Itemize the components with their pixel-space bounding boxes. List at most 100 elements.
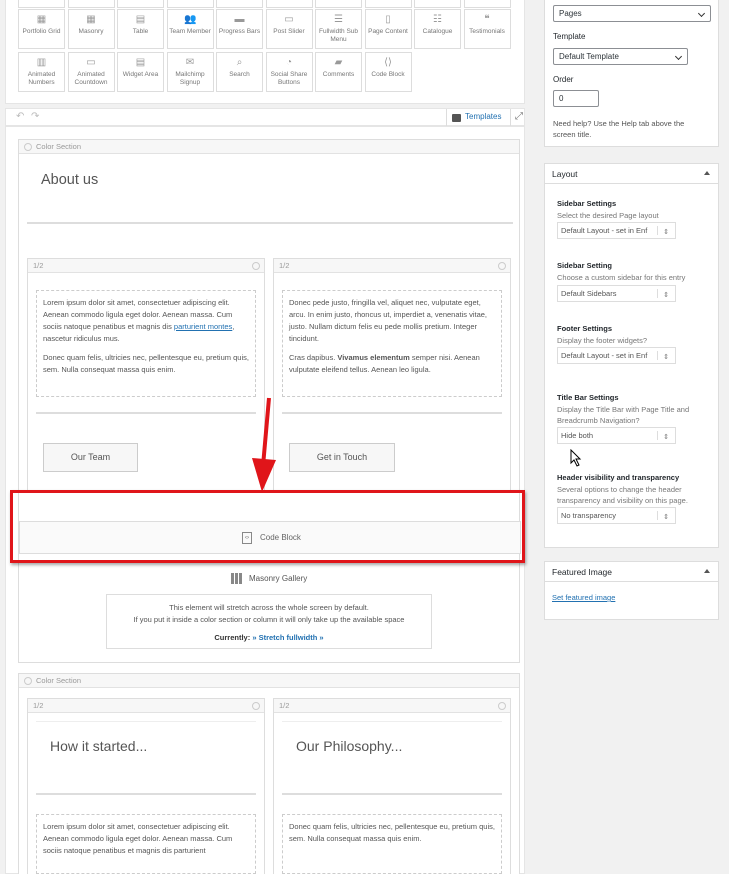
undo-icon[interactable]: ↶ [16, 111, 24, 122]
expand-icon: ⤢ [515, 111, 523, 122]
get-in-touch-button[interactable]: Get in Touch [289, 443, 395, 472]
palette-tile-post-slider[interactable]: ▭ Post Slider [265, 9, 313, 49]
column-size: 1/2 [279, 261, 290, 270]
order-input[interactable]: 0 [553, 90, 599, 107]
title-bar-settings-label: Title Bar Settings [557, 393, 619, 402]
column-toggle-icon[interactable] [252, 702, 260, 710]
section-header[interactable]: Color Section [19, 140, 519, 154]
palette-tile[interactable] [265, 0, 313, 8]
collapse-icon[interactable] [704, 569, 710, 573]
element-palette: ▦ Portfolio Grid ▦ Masonry ▤ Table 👥 Team Membe… [5, 0, 525, 104]
column-header[interactable]: 1/2 [274, 699, 510, 713]
header-visibility-desc: Several options to change the header tra… [557, 485, 688, 505]
mailchimp-icon: ✉ [185, 57, 195, 68]
social-share-icon: ◔ [285, 57, 293, 68]
progress-bars-icon: ▬ [234, 14, 245, 25]
animated-countdown-icon: ▭ [86, 57, 96, 68]
testimonials-icon: ❝ [484, 14, 490, 25]
heading-block[interactable]: Our Philosophy... [282, 721, 502, 771]
section-toggle-icon[interactable] [24, 143, 32, 151]
text-block[interactable]: Donec pede justo, fringilla vel, aliquet… [282, 290, 502, 397]
palette-tile[interactable] [315, 0, 362, 8]
redo-icon[interactable]: ↷ [31, 111, 39, 122]
stretch-fullwidth-link[interactable]: » Stretch fullwidth » [252, 633, 323, 642]
our-team-button[interactable]: Our Team [43, 443, 138, 472]
palette-tile-code-block[interactable]: ⟨⟩ Code Block [364, 52, 412, 92]
set-featured-image-link[interactable]: Set featured image [552, 593, 615, 602]
column-left[interactable]: 1/2 Lorem ipsum dolor sit amet, consecte… [27, 258, 265, 493]
collapse-icon[interactable] [704, 171, 710, 175]
palette-tile-team-member[interactable]: 👥 Team Member [166, 9, 214, 49]
header-visibility-select[interactable]: No transparency ⇕ [557, 507, 676, 524]
sidebar-setting-desc: Choose a custom sidebar for this entry [557, 273, 686, 282]
parent-select[interactable]: Pages [553, 5, 711, 22]
palette-tile-label: Widget Area [122, 71, 159, 78]
column-right[interactable]: 1/2 Donec pede justo, fringilla vel, ali… [273, 258, 511, 493]
palette-tile-masonry[interactable]: ▦ Masonry [67, 9, 115, 49]
palette-tile-label: Team Member [169, 28, 211, 35]
select-value: Default Sidebars [561, 289, 617, 298]
column-toggle-icon[interactable] [498, 702, 506, 710]
featured-image-box: Featured Image Set featured image [544, 561, 719, 620]
text-block[interactable]: Donec quam felis, ultricies nec, pellent… [282, 814, 502, 874]
palette-tile-catalogue[interactable]: ☷ Catalogue [414, 9, 461, 49]
palette-tile-social-share[interactable]: ◔ Social Share Buttons [265, 52, 313, 92]
featured-image-title: Featured Image [552, 567, 613, 577]
palette-tile-fullwidth-sub-menu[interactable]: ☰ Fullwidth Sub Menu [315, 9, 362, 49]
column-header[interactable]: 1/2 [274, 259, 510, 273]
select-value: No transparency [561, 511, 617, 520]
templates-button[interactable]: Templates [446, 109, 508, 127]
palette-tile[interactable] [216, 0, 263, 8]
palette-tile[interactable] [463, 0, 511, 8]
palette-tile-comments[interactable]: ▰ Comments [315, 52, 362, 92]
column-header[interactable]: 1/2 [28, 699, 264, 713]
sidebar-setting-select[interactable]: Default Sidebars ⇕ [557, 285, 676, 302]
text-link[interactable]: parturient montes [174, 322, 232, 331]
palette-tile-testimonials[interactable]: ❝ Testimonials [463, 9, 511, 49]
palette-tile-search[interactable]: ⌕ Search [216, 52, 263, 92]
palette-tile-widget-area[interactable]: ▤ Widget Area [117, 52, 164, 92]
column-divider [282, 412, 502, 414]
heading-block[interactable]: How it started... [36, 721, 256, 771]
palette-tile[interactable] [166, 0, 214, 8]
palette-tile-portfolio-grid[interactable]: ▦ Portfolio Grid [18, 9, 65, 49]
palette-tile[interactable] [18, 0, 65, 8]
team-member-icon: 👥 [184, 14, 197, 25]
layout-box-header[interactable]: Layout [545, 164, 718, 184]
palette-tile[interactable] [117, 0, 164, 8]
template-select[interactable]: Default Template [553, 48, 688, 65]
title-bar-select[interactable]: Hide both ⇕ [557, 427, 676, 444]
footer-settings-label: Footer Settings [557, 324, 613, 333]
palette-tile-table[interactable]: ▤ Table [117, 9, 164, 49]
palette-tile-animated-countdown[interactable]: ▭ Animated Countdown [67, 52, 115, 92]
palette-tile-mailchimp[interactable]: ✉ Mailchimp Signup [166, 52, 214, 92]
featured-image-header[interactable]: Featured Image [545, 562, 718, 582]
palette-tile-animated-numbers[interactable]: ▥ Animated Numbers [18, 52, 65, 92]
palette-tile[interactable] [414, 0, 461, 8]
paragraph-text: Donec quam felis, ultricies nec, pellent… [289, 822, 495, 843]
updown-icon: ⇕ [663, 434, 669, 441]
section-header[interactable]: Color Section [19, 674, 519, 688]
sidebar-settings-select[interactable]: Default Layout - set in Enf ⇕ [557, 222, 676, 239]
text-block[interactable]: Lorem ipsum dolor sit amet, consectetuer… [36, 290, 256, 397]
column-header[interactable]: 1/2 [28, 259, 264, 273]
palette-tile[interactable] [364, 0, 412, 8]
section-toggle-icon[interactable] [24, 677, 32, 685]
palette-tile-page-content[interactable]: ▯ Page Content [364, 9, 412, 49]
column-toggle-icon[interactable] [498, 262, 506, 270]
column-toggle-icon[interactable] [252, 262, 260, 270]
column-divider [36, 412, 256, 414]
fullscreen-button[interactable]: ⤢ [510, 109, 526, 127]
footer-settings-select[interactable]: Default Layout - set in Enf ⇕ [557, 347, 676, 364]
color-section[interactable]: Color Section 1/2 How it started... Lore… [18, 673, 520, 874]
section-title: Color Section [36, 142, 82, 151]
text-block[interactable]: Lorem ipsum dolor sit amet, consectetuer… [36, 814, 256, 874]
column-left[interactable]: 1/2 How it started... Lorem ipsum dolor … [27, 698, 265, 874]
about-heading[interactable]: About us [41, 172, 99, 188]
palette-tile[interactable] [67, 0, 115, 8]
how-it-started-heading: How it started... [50, 738, 148, 754]
masonry-gallery-label[interactable]: Masonry Gallery [249, 574, 307, 583]
column-right[interactable]: 1/2 Our Philosophy... Donec quam felis, … [273, 698, 511, 874]
palette-tile-progress-bars[interactable]: ▬ Progress Bars [216, 9, 263, 49]
palette-tile-label: Progress Bars [218, 28, 261, 35]
